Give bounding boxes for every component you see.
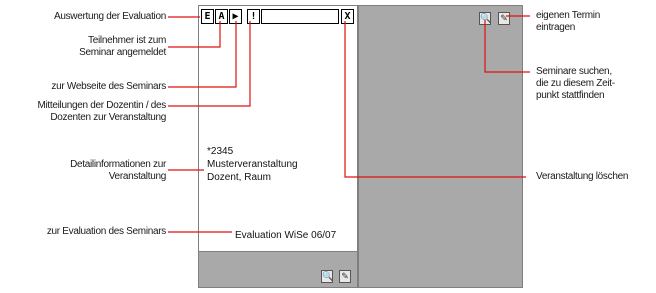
label-search: Seminare suchen, die zu diesem Zeit- pun… [536, 66, 615, 101]
label-notices: Mitteilungen der Dozentin / des Dozenten… [37, 100, 166, 123]
label-evaluation: Auswertung der Evaluation [53, 11, 166, 22]
label-own-date: eigenen Termin eintragen [536, 10, 600, 33]
callout-delete [344, 21, 526, 178]
callout-search [484, 20, 530, 73]
callout-notices [168, 21, 251, 107]
label-evaluation-link: zur Evaluation des Seminars [46, 226, 166, 237]
callout-registered [168, 21, 221, 48]
label-website: zur Webseite des Seminars [51, 81, 166, 92]
label-delete: Veranstaltung löschen [536, 171, 629, 182]
label-registered: Teilnehmer ist zum Seminar angemeldet [79, 35, 166, 58]
callout-website [168, 21, 237, 88]
label-details: Detailinformationen zur Veranstaltung [70, 159, 166, 182]
